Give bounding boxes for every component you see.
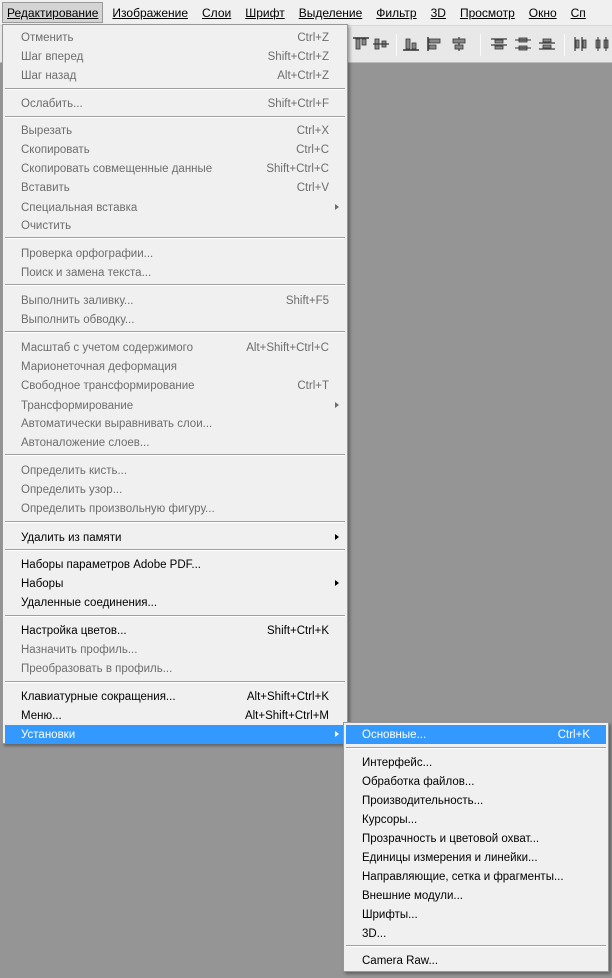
toolbar-divider	[480, 34, 481, 56]
preferences-submenu: Основные... Ctrl+K Интерфейс... Обработка…	[343, 722, 609, 972]
edit-menu-dropdown: Отменить Ctrl+Z Шаг вперед Shift+Ctrl+Z Ша…	[2, 24, 348, 744]
align-vertical-centers-icon[interactable]	[372, 36, 390, 52]
menu-filter[interactable]: Фильтр	[369, 0, 423, 25]
menu-item-fade[interactable]: Ослабить... Shift+Ctrl+F	[5, 94, 345, 113]
distribute-left-icon[interactable]	[572, 36, 590, 52]
menu-item-check-spelling[interactable]: Проверка орфографии...	[5, 244, 345, 263]
menu-separator	[5, 116, 345, 118]
toolbar-divider	[396, 34, 397, 56]
menu-item-define-shape[interactable]: Определить произвольную фигуру...	[5, 499, 345, 518]
menu-separator	[5, 88, 345, 90]
menu-item-copy-merged[interactable]: Скопировать совмещенные данные Shift+Ctrl…	[5, 159, 345, 178]
menu-item-define-pattern[interactable]: Определить узор...	[5, 480, 345, 499]
align-bottom-edges-icon[interactable]	[402, 36, 420, 52]
menu-view[interactable]: Просмотр	[453, 0, 522, 25]
menu-item-auto-blend[interactable]: Автоналожение слоев...	[5, 433, 345, 452]
distribute-horizontal-centers-icon[interactable]	[594, 36, 612, 52]
menu-separator	[5, 454, 345, 456]
align-left-edges-icon[interactable]	[426, 36, 444, 52]
menu-separator	[346, 945, 606, 947]
submenu-item-interface[interactable]: Интерфейс...	[346, 753, 606, 772]
submenu-item-transparency[interactable]: Прозрачность и цветовой охват...	[346, 829, 606, 848]
menu-item-copy[interactable]: Скопировать Ctrl+C	[5, 140, 345, 159]
menu-item-fill[interactable]: Выполнить заливку... Shift+F5	[5, 291, 345, 310]
menu-item-color-settings[interactable]: Настройка цветов... Shift+Ctrl+K	[5, 621, 345, 640]
align-horizontal-centers-icon[interactable]	[450, 36, 468, 52]
menu-item-undo[interactable]: Отменить Ctrl+Z	[5, 28, 345, 47]
distribute-bottom-icon[interactable]	[538, 36, 556, 52]
submenu-item-performance[interactable]: Производительность...	[346, 791, 606, 810]
menu-item-purge[interactable]: Удалить из памяти	[5, 528, 345, 547]
menu-item-step-back[interactable]: Шаг назад Alt+Ctrl+Z	[5, 66, 345, 85]
menu-item-free-transform[interactable]: Свободное трансформирование Ctrl+T	[5, 376, 345, 395]
menu-item-presets[interactable]: Наборы	[5, 574, 345, 593]
menu-item-paste[interactable]: Вставить Ctrl+V	[5, 178, 345, 197]
menu-separator	[5, 615, 345, 617]
menu-separator	[5, 549, 345, 551]
menu-item-remote-connections[interactable]: Удаленные соединения...	[5, 593, 345, 612]
menu-window[interactable]: Окно	[522, 0, 564, 25]
submenu-arrow-icon	[335, 534, 339, 540]
submenu-arrow-icon	[335, 204, 339, 210]
menu-item-convert-profile[interactable]: Преобразовать в профиль...	[5, 659, 345, 678]
menu-edit[interactable]: Редактирование	[2, 2, 104, 23]
submenu-item-plugins[interactable]: Внешние модули...	[346, 886, 606, 905]
submenu-item-general[interactable]: Основные... Ctrl+K	[346, 725, 606, 744]
menu-separator	[5, 521, 345, 523]
submenu-item-cursors[interactable]: Курсоры...	[346, 810, 606, 829]
menu-item-clear[interactable]: Очистить	[5, 216, 345, 235]
menu-item-menus[interactable]: Меню... Alt+Shift+Ctrl+M	[5, 706, 345, 725]
submenu-item-3d[interactable]: 3D...	[346, 924, 606, 943]
submenu-arrow-icon	[335, 580, 339, 586]
submenu-item-camera-raw[interactable]: Camera Raw...	[346, 951, 606, 970]
menu-separator	[5, 681, 345, 683]
submenu-item-guides[interactable]: Направляющие, сетка и фрагменты...	[346, 867, 606, 886]
distribute-top-icon[interactable]	[490, 36, 508, 52]
menu-help[interactable]: Сп	[564, 0, 593, 25]
menu-item-step-forward[interactable]: Шаг вперед Shift+Ctrl+Z	[5, 47, 345, 66]
menu-item-content-aware-scale[interactable]: Масштаб с учетом содержимого Alt+Shift+Ct…	[5, 338, 345, 357]
menu-item-define-brush[interactable]: Определить кисть...	[5, 461, 345, 480]
distribute-vertical-centers-icon[interactable]	[514, 36, 532, 52]
submenu-arrow-icon	[335, 402, 339, 408]
menu-item-find-replace[interactable]: Поиск и замена текста...	[5, 263, 345, 282]
submenu-item-type[interactable]: Шрифты...	[346, 905, 606, 924]
menu-separator	[5, 331, 345, 333]
submenu-item-units[interactable]: Единицы измерения и линейки...	[346, 848, 606, 867]
menu-image[interactable]: Изображение	[105, 0, 195, 25]
menu-item-cut[interactable]: Вырезать Ctrl+X	[5, 121, 345, 140]
menu-layers[interactable]: Слои	[195, 0, 238, 25]
menu-item-preferences[interactable]: Установки	[5, 725, 345, 744]
menu-item-transform[interactable]: Трансформирование	[5, 396, 345, 415]
menu-separator	[5, 237, 345, 239]
submenu-item-file-handling[interactable]: Обработка файлов...	[346, 772, 606, 791]
toolbar-divider	[564, 34, 565, 56]
menu-item-assign-profile[interactable]: Назначить профиль...	[5, 640, 345, 659]
submenu-arrow-icon	[335, 731, 339, 737]
menu-type[interactable]: Шрифт	[238, 0, 291, 25]
align-top-edges-icon[interactable]	[352, 36, 370, 52]
menu-item-pdf-presets[interactable]: Наборы параметров Adobe PDF...	[5, 555, 345, 574]
menu-item-paste-special[interactable]: Специальная вставка	[5, 198, 345, 217]
menu-separator	[5, 284, 345, 286]
menu-item-puppet-warp[interactable]: Марионеточная деформация	[5, 357, 345, 376]
menu-item-keyboard-shortcuts[interactable]: Клавиатурные сокращения... Alt+Shift+Ctrl…	[5, 687, 345, 706]
menu-separator	[346, 747, 606, 749]
menu-3d[interactable]: 3D	[424, 0, 453, 25]
menu-select[interactable]: Выделение	[292, 0, 370, 25]
menu-bar: Редактирование Изображение Слои Шрифт Вы…	[0, 0, 612, 26]
menu-item-stroke[interactable]: Выполнить обводку...	[5, 310, 345, 329]
menu-item-auto-align[interactable]: Автоматически выравнивать слои...	[5, 414, 345, 433]
